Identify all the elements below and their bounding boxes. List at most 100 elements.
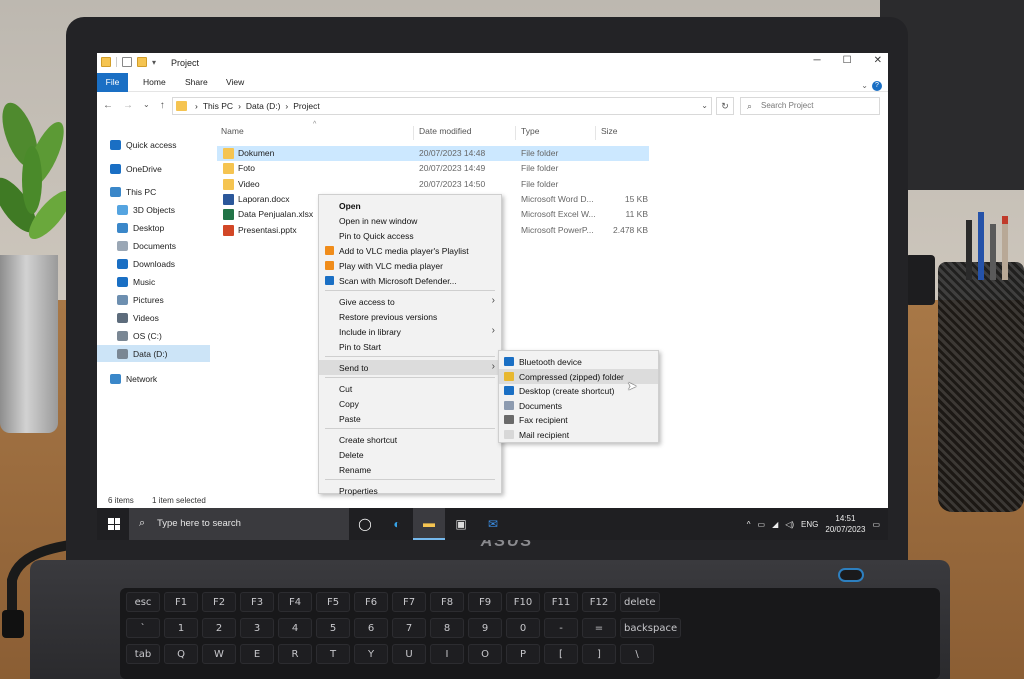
qat-dropdown-icon[interactable]: ▾ <box>152 58 156 67</box>
keyboard-key[interactable]: esc <box>126 592 160 612</box>
menu-item-pin-to-quick-access[interactable]: Pin to Quick access <box>319 228 501 243</box>
sidebar-item[interactable]: Data (D:) <box>97 345 210 362</box>
menu-item-give-access-to[interactable]: Give access to › <box>319 294 501 309</box>
taskbar-app-cortana[interactable]: ◯ <box>349 508 381 540</box>
sidebar-item[interactable]: Videos <box>97 309 210 326</box>
sidebar-item[interactable]: Quick access <box>97 136 210 153</box>
menu-item-scan-with-microsoft-defender[interactable]: Scan with Microsoft Defender... <box>319 273 501 288</box>
keyboard-key[interactable]: 7 <box>392 618 426 638</box>
keyboard-key[interactable]: P <box>506 644 540 664</box>
keyboard-key[interactable]: delete <box>620 592 660 612</box>
column-divider[interactable] <box>413 126 414 140</box>
properties-icon[interactable] <box>122 57 132 67</box>
keyboard-key[interactable]: F7 <box>392 592 426 612</box>
keyboard-key[interactable]: \ <box>620 644 654 664</box>
keyboard-key[interactable]: 0 <box>506 618 540 638</box>
up-icon[interactable]: ↑ <box>160 100 165 111</box>
close-button[interactable]: ✕ <box>874 55 882 66</box>
tab-file[interactable]: File <box>97 73 128 92</box>
menu-item-cut[interactable]: Cut <box>319 381 501 396</box>
sidebar-item[interactable]: Music <box>97 273 210 290</box>
keyboard-key[interactable]: F8 <box>430 592 464 612</box>
sidebar-item[interactable]: OS (C:) <box>97 327 210 344</box>
address-box[interactable]: › This PC › Data (D:) › Project ⌄ <box>172 97 712 115</box>
keyboard-key[interactable]: ] <box>582 644 616 664</box>
keyboard-key[interactable]: 6 <box>354 618 388 638</box>
file-row[interactable]: Video 20/07/2023 14:50 File folder <box>217 177 649 192</box>
maximize-button[interactable]: ☐ <box>843 55 852 66</box>
notification-icon[interactable]: ▭ <box>872 520 880 529</box>
tab-view[interactable]: View <box>226 77 244 87</box>
taskbar-app-file-explorer[interactable]: ▬ <box>413 508 445 540</box>
keyboard-key[interactable]: I <box>430 644 464 664</box>
address-dropdown-icon[interactable]: ⌄ <box>701 101 708 110</box>
recent-locations-icon[interactable]: ⌄ <box>143 100 150 111</box>
keyboard-key[interactable]: R <box>278 644 312 664</box>
sidebar-item[interactable]: Pictures <box>97 291 210 308</box>
language-indicator[interactable]: ENG <box>801 520 818 529</box>
keyboard-key[interactable]: F3 <box>240 592 274 612</box>
breadcrumb-separator[interactable]: › <box>238 101 241 111</box>
keyboard-key[interactable]: tab <box>126 644 160 664</box>
keyboard-key[interactable]: 5 <box>316 618 350 638</box>
menu-item-properties[interactable]: Properties <box>319 483 501 498</box>
tab-share[interactable]: Share <box>185 77 208 87</box>
sidebar-item[interactable]: This PC <box>97 183 210 200</box>
keyboard-key[interactable]: 1 <box>164 618 198 638</box>
keyboard-key[interactable]: [ <box>544 644 578 664</box>
keyboard-key[interactable]: 9 <box>468 618 502 638</box>
menu-item-open[interactable]: Open <box>319 198 501 213</box>
power-button[interactable] <box>838 568 864 582</box>
volume-icon[interactable]: ◁) <box>785 520 794 529</box>
column-header-date[interactable]: Date modified <box>419 126 471 136</box>
column-header-type[interactable]: Type <box>521 126 539 136</box>
keyboard-key[interactable]: backspace <box>620 618 682 638</box>
keyboard-key[interactable]: O <box>468 644 502 664</box>
keyboard-key[interactable]: 3 <box>240 618 274 638</box>
new-folder-icon[interactable] <box>137 57 147 67</box>
menu-item-add-to-vlc-media-player-s-playlist[interactable]: Add to VLC media player's Playlist <box>319 243 501 258</box>
sidebar-item[interactable]: OneDrive <box>97 160 210 177</box>
column-divider[interactable] <box>595 126 596 140</box>
sidebar-item[interactable]: Documents <box>97 237 210 254</box>
send-to-bluetooth-device[interactable]: Bluetooth device <box>499 354 658 369</box>
help-icon[interactable]: ? <box>872 81 882 91</box>
refresh-button[interactable]: ↻ <box>716 97 734 115</box>
menu-item-copy[interactable]: Copy <box>319 396 501 411</box>
menu-item-play-with-vlc-media-player[interactable]: Play with VLC media player <box>319 258 501 273</box>
battery-icon[interactable]: ▭ <box>758 520 766 529</box>
menu-item-create-shortcut[interactable]: Create shortcut <box>319 432 501 447</box>
keyboard-key[interactable]: T <box>316 644 350 664</box>
keyboard-key[interactable]: U <box>392 644 426 664</box>
taskbar-app-mail[interactable]: ✉ <box>477 508 509 540</box>
menu-item-delete[interactable]: Delete <box>319 447 501 462</box>
column-header-name[interactable]: Name <box>221 126 244 136</box>
forward-icon[interactable]: → <box>123 100 133 111</box>
keyboard-key[interactable]: F12 <box>582 592 616 612</box>
keyboard-key[interactable]: F4 <box>278 592 312 612</box>
sidebar-item[interactable]: Downloads <box>97 255 210 272</box>
sidebar-item[interactable]: Desktop <box>97 219 210 236</box>
clock[interactable]: 14:51 20/07/2023 <box>825 513 865 535</box>
keyboard-key[interactable]: = <box>582 618 616 638</box>
keyboard-key[interactable]: F10 <box>506 592 540 612</box>
keyboard-key[interactable]: F5 <box>316 592 350 612</box>
keyboard-key[interactable]: 8 <box>430 618 464 638</box>
file-row[interactable]: Dokumen 20/07/2023 14:48 File folder <box>217 146 649 161</box>
keyboard-key[interactable]: F9 <box>468 592 502 612</box>
breadcrumb-data-drive[interactable]: Data (D:) <box>246 101 280 111</box>
taskbar-app-store[interactable]: ▣ <box>445 508 477 540</box>
start-button[interactable] <box>97 508 129 540</box>
keyboard-key[interactable]: E <box>240 644 274 664</box>
back-icon[interactable]: ← <box>103 100 113 111</box>
keyboard-key[interactable]: ` <box>126 618 160 638</box>
sidebar-item[interactable]: 3D Objects <box>97 201 210 218</box>
menu-item-send-to[interactable]: Send to › <box>319 360 501 375</box>
keyboard-key[interactable]: F1 <box>164 592 198 612</box>
network-icon[interactable]: ◢ <box>772 520 778 529</box>
send-to-fax-recipient[interactable]: Fax recipient <box>499 412 658 427</box>
taskbar-app-edge[interactable]: ◐ <box>381 508 413 540</box>
tray-overflow-icon[interactable]: ^ <box>747 520 751 529</box>
keyboard-key[interactable]: F2 <box>202 592 236 612</box>
breadcrumb-this-pc[interactable]: This PC <box>203 101 233 111</box>
